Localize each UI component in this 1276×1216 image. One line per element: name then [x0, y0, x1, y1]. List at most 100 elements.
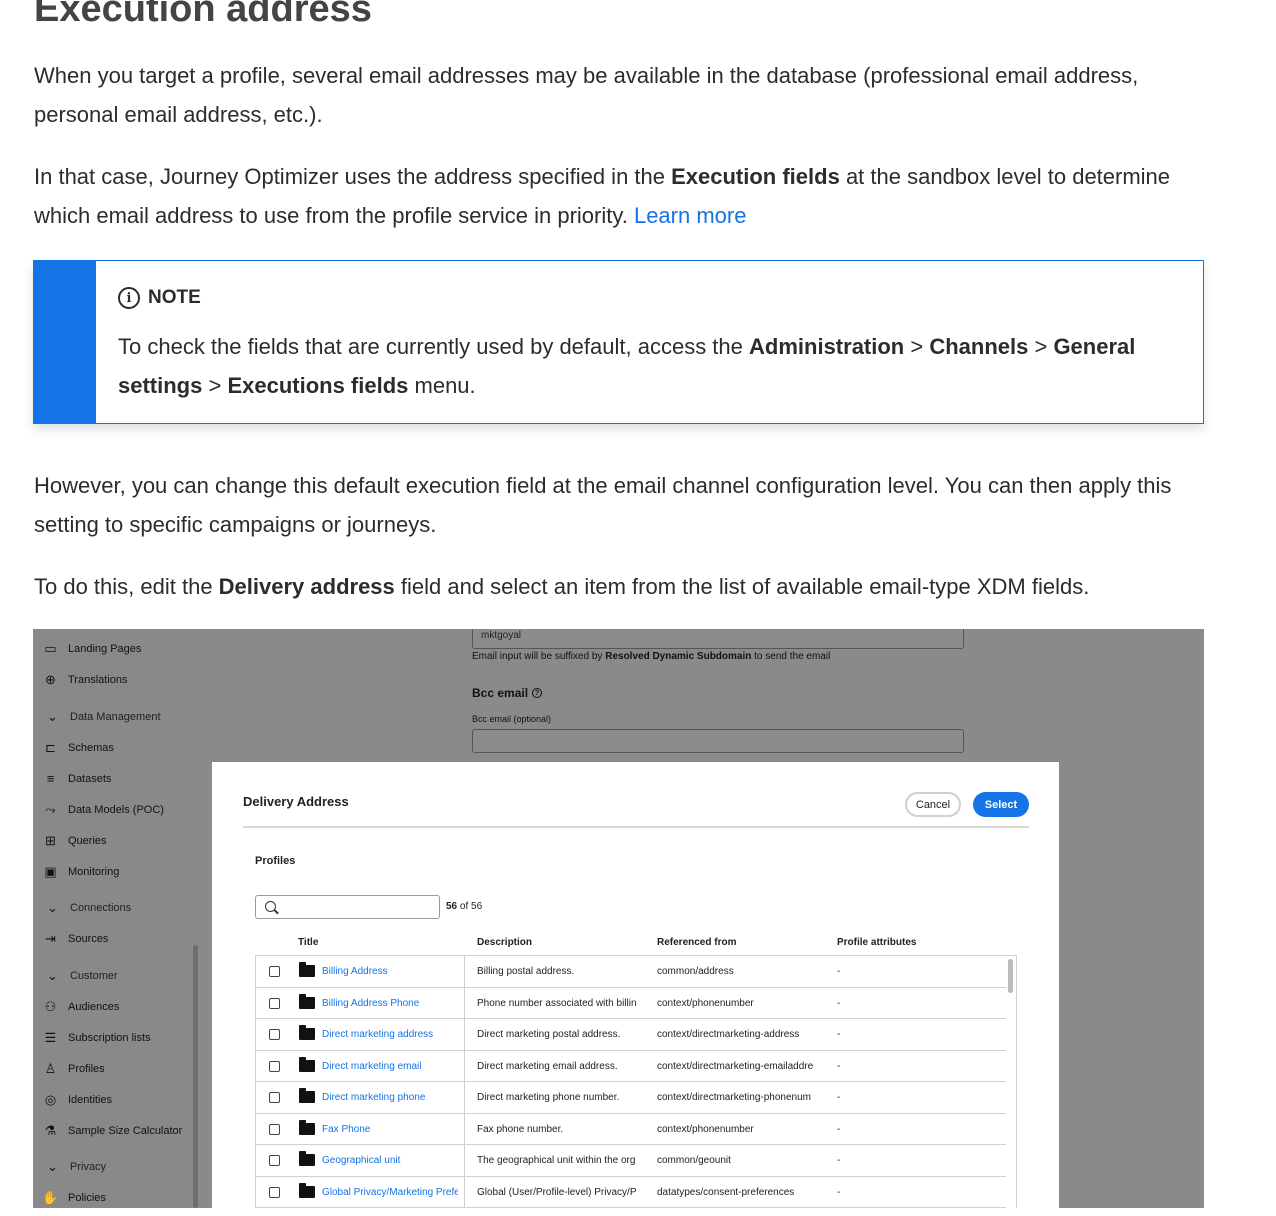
sidebar-item[interactable]: ⊏ Schemas [43, 740, 114, 755]
sidebar-item-label: Policies [68, 1191, 106, 1204]
row-referenced-from: context/directmarketing-address [657, 1029, 800, 1040]
para4-text: To do this, edit the [34, 574, 219, 599]
column-profile-attributes[interactable]: Profile attributes [837, 937, 916, 948]
sidebar-item-label: Translations [68, 673, 128, 686]
table-row[interactable]: Geographical unit The geographical unit w… [256, 1145, 1006, 1177]
sidebar-item[interactable]: ▭ Landing Pages [43, 641, 141, 656]
sidebar-item[interactable]: ▣ Monitoring [43, 864, 119, 879]
sidebar-item[interactable]: ✋ Policies [42, 1190, 106, 1205]
row-checkbox[interactable] [269, 1060, 280, 1072]
sidebar-item-label: Landing Pages [68, 642, 142, 655]
fields-table: Billing Address Billing postal address. co… [255, 955, 1017, 1208]
column-title[interactable]: Title [298, 937, 318, 948]
column-divider [464, 1050, 465, 1081]
row-checkbox[interactable] [269, 1186, 280, 1198]
row-checkbox[interactable] [269, 1092, 280, 1103]
sidebar-item[interactable]: ⊕ Translations [43, 672, 128, 687]
row-profile-attribute: - [837, 997, 841, 1009]
row-title-link[interactable]: Global Privacy/Marketing Prefe [322, 1187, 458, 1198]
sidebar-item-label: Subscription lists [68, 1031, 151, 1044]
sidebar-item[interactable]: ⚗ Sample Size Calculator [43, 1122, 183, 1138]
note-sep-1: > [904, 334, 930, 359]
paragraph-intro: When you target a profile, several email… [34, 63, 1139, 127]
count-total: of 56 [457, 901, 483, 912]
sidebar-item[interactable]: ♙ Profiles [43, 1061, 105, 1076]
folder-icon [299, 962, 315, 977]
profiles-section-label: Profiles [255, 855, 296, 867]
flask-icon: ⚗ [44, 1122, 57, 1138]
sidebar-item-label: Data Models (POC) [68, 803, 164, 816]
table-row[interactable]: Direct marketing address Direct marketing… [256, 1019, 1006, 1051]
row-checkbox[interactable] [269, 1029, 280, 1040]
row-checkbox[interactable] [269, 966, 280, 977]
row-referenced-from: common/geounit [657, 1155, 731, 1166]
row-title-link[interactable]: Direct marketing address [322, 1029, 458, 1040]
column-divider [464, 987, 465, 1018]
paragraph-delivery-address: To do this, edit the Delivery address fi… [34, 568, 1194, 607]
table-scrollbar[interactable] [1008, 959, 1013, 993]
column-referenced-from[interactable]: Referenced from [657, 937, 736, 948]
row-title-link[interactable]: Billing Address Phone [322, 998, 458, 1009]
result-count: 56 of 56 [446, 901, 482, 912]
sender-email-input[interactable]: mktgoyal [472, 629, 964, 649]
learn-more-link[interactable]: Learn more [634, 203, 747, 228]
row-description: Direct marketing postal address. [477, 1029, 621, 1040]
row-title-link[interactable]: Geographical unit [322, 1155, 458, 1166]
paragraph-execution-fields: In that case, Journey Optimizer uses the… [34, 158, 1194, 235]
cancel-button[interactable]: Cancel [905, 792, 961, 817]
table-row[interactable]: Direct marketing phone Direct marketing p… [256, 1082, 1006, 1114]
row-checkbox[interactable] [269, 1155, 280, 1166]
table-row[interactable]: Global Privacy/Marketing Prefe Global (Us… [256, 1176, 1006, 1208]
row-description: The geographical unit within the org [477, 1155, 636, 1166]
note-body: To check the fields that are currently u… [118, 327, 1168, 405]
dialog-title: Delivery Address [243, 794, 349, 809]
row-title-link[interactable]: Fax Phone [322, 1124, 458, 1135]
select-button[interactable]: Select [973, 792, 1029, 817]
table-row[interactable]: Billing Address Billing postal address. co… [256, 956, 1006, 988]
sidebar-item[interactable]: ⌄ Data Management [45, 709, 160, 724]
row-title-link[interactable]: Direct marketing email [322, 1061, 458, 1072]
note-channels: Channels [929, 334, 1029, 359]
sidebar-item-label: Sources [68, 932, 109, 945]
column-description[interactable]: Description [477, 937, 532, 948]
sidebar-item-label: Audiences [68, 1000, 120, 1013]
folder-icon [299, 1088, 315, 1103]
sidebar-item[interactable]: ⌄ Privacy [45, 1159, 106, 1174]
query-icon: ⊞ [45, 832, 56, 848]
row-referenced-from: context/directmarketing-emailaddre [657, 1060, 814, 1072]
row-referenced-from: datatypes/consent-preferences [657, 1186, 795, 1198]
sidebar-item-label: Datasets [68, 772, 112, 785]
row-title-link[interactable]: Direct marketing phone [322, 1092, 458, 1103]
table-row[interactable]: Direct marketing email Direct marketing e… [256, 1050, 1006, 1082]
audiences-icon: ⚇ [44, 998, 57, 1014]
row-profile-attribute: - [837, 966, 841, 977]
sidebar-item[interactable]: ⌄ Connections [45, 900, 131, 915]
column-divider [464, 1019, 465, 1050]
sidebar-item[interactable]: ⇥ Sources [43, 931, 108, 946]
search-input[interactable] [255, 895, 440, 919]
table-row[interactable]: Billing Address Phone Phone number associ… [256, 987, 1006, 1019]
row-referenced-from: common/address [657, 966, 734, 977]
sidebar-item[interactable]: ≡ Datasets [43, 771, 112, 786]
note-callout: i NOTE To check the fields that are curr… [33, 260, 1204, 424]
folder-icon [299, 1025, 315, 1040]
row-checkbox[interactable] [269, 997, 280, 1009]
bcc-email-input[interactable] [472, 729, 964, 753]
column-divider [464, 1176, 465, 1207]
sidebar-item[interactable]: ⊞ Queries [43, 832, 106, 848]
sidebar-item[interactable]: ⌄ Customer [45, 968, 118, 983]
note-administration: Administration [749, 334, 905, 359]
row-checkbox[interactable] [269, 1123, 280, 1135]
identity-icon: ◎ [44, 1091, 57, 1107]
table-row[interactable]: Fax Phone Fax phone number. context/phonen… [256, 1113, 1006, 1145]
column-divider [464, 1113, 465, 1144]
sidebar-item[interactable]: ◎ Identities [43, 1092, 112, 1107]
chevron-down-icon: ⌄ [47, 899, 58, 915]
schema-icon: ⊏ [45, 739, 56, 755]
sidebar-item[interactable]: ☰ Subscription lists [43, 1030, 151, 1045]
sidebar-item[interactable]: ⚇ Audiences [43, 998, 120, 1014]
help-icon[interactable]: ? [532, 688, 543, 698]
sidebar-item[interactable]: ⤳ Data Models (POC) [43, 802, 164, 817]
sidebar-scrollbar[interactable] [193, 945, 198, 1208]
row-title-link[interactable]: Billing Address [322, 966, 458, 977]
